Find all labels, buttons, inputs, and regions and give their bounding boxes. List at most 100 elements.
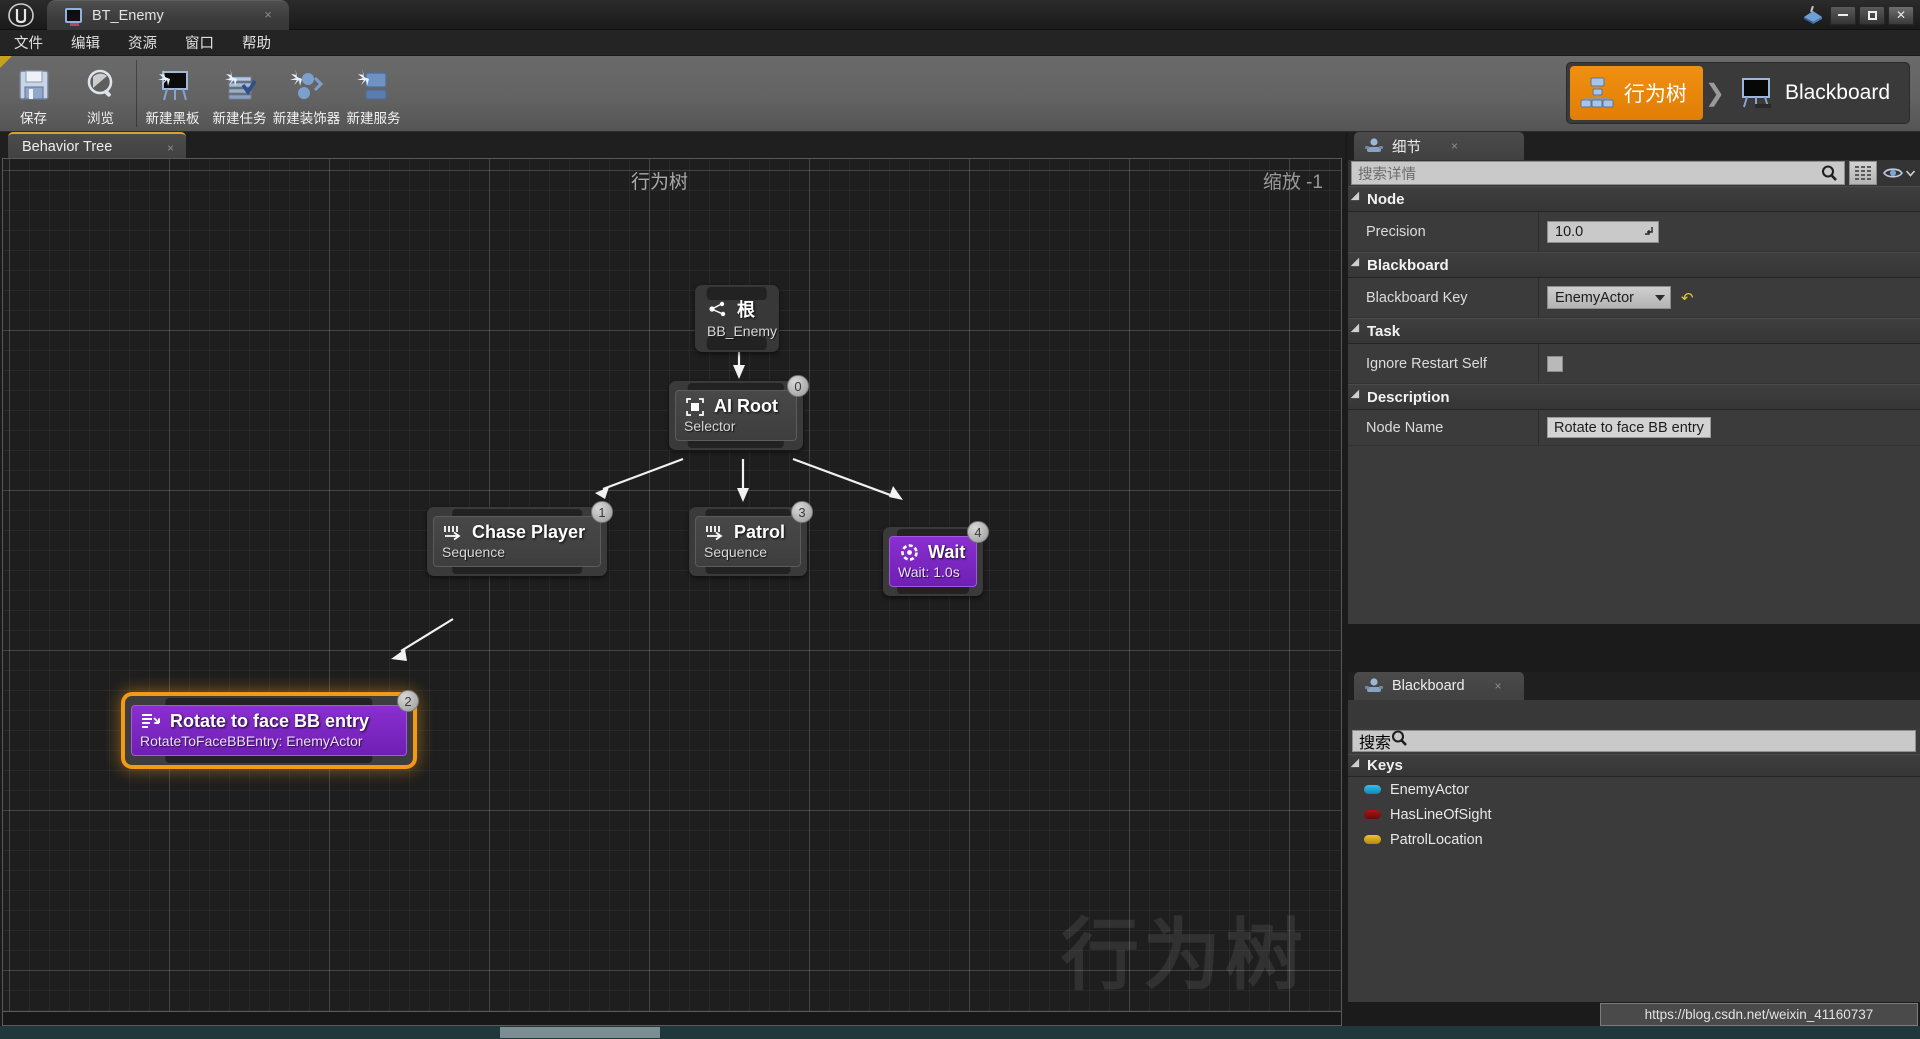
mode-behavior-tree[interactable]: 行为树 [1569, 66, 1703, 120]
details-search-input[interactable]: 搜索详情 [1351, 161, 1845, 185]
window-restore-button[interactable] [1859, 5, 1885, 25]
menu-file[interactable]: 文件 [0, 30, 57, 56]
save-button-label: 保存 [20, 111, 47, 126]
save-button[interactable]: 保存 [0, 59, 67, 128]
details-row-precision-label: Precision [1366, 223, 1426, 240]
browse-button-label: 浏览 [87, 111, 114, 126]
details-row-ignore-restart-self-value [1538, 344, 1920, 383]
window-minimize-button[interactable] [1830, 5, 1856, 25]
details-category-description-label: Description [1367, 388, 1450, 406]
tab-details-close-icon[interactable]: × [1451, 139, 1458, 153]
menu-window[interactable]: 窗口 [171, 30, 228, 56]
new-blackboard-button[interactable]: 新建黑板 [139, 59, 206, 128]
details-column-view-button[interactable] [1849, 161, 1877, 185]
new-decorator-button[interactable]: 新建装饰器 [273, 59, 340, 128]
unreal-logo-icon [4, 2, 38, 28]
console-book-icon[interactable] [1796, 0, 1830, 30]
node-subtitle: Selector [684, 418, 736, 434]
node-title: Rotate to face BB entry [170, 711, 370, 731]
node-body: Rotate to face BB entry RotateToFaceBBEn… [131, 705, 407, 756]
node-name-text-input[interactable]: Rotate to face BB entry [1547, 417, 1711, 438]
node-execution-index-badge: 2 [397, 690, 419, 712]
new-service-button[interactable]: 新建服务 [340, 59, 407, 128]
details-panel-icon [1365, 138, 1383, 152]
details-category-node[interactable]: Node [1348, 186, 1920, 212]
browse-button[interactable]: 浏览 [67, 59, 134, 128]
details-category-blackboard[interactable]: Blackboard [1348, 252, 1920, 278]
menu-bar: 文件 编辑 资源 窗口 帮助 [0, 30, 1920, 56]
node-shell: 0 AI Root Selector [669, 375, 809, 450]
tab-close-icon[interactable]: × [167, 141, 174, 155]
node-subtitle: BB_Enemy [707, 323, 778, 339]
tab-details[interactable]: 细节 × [1354, 132, 1524, 160]
graph-zoom-level: 缩放 -1 [1262, 172, 1323, 193]
main-toolbar: 保存 浏览 新建黑板 新建任务 新建装饰器 新建服务 行为树 ❯ Blackbo… [0, 56, 1920, 132]
blackboard-toolbar-area [1348, 700, 1920, 728]
os-taskbar [0, 1026, 1920, 1039]
precision-number-input[interactable]: 10.0 [1547, 220, 1659, 243]
menu-help[interactable]: 帮助 [228, 30, 285, 56]
collapse-triangle-icon [1350, 389, 1364, 403]
new-blackboard-icon [151, 64, 195, 106]
blackboard-easel-icon [1741, 78, 1771, 108]
node-title-row: AI Root [684, 396, 786, 417]
details-row-blackboard-key-value: EnemyActor ↶ [1538, 278, 1920, 317]
sequence-icon [704, 523, 726, 543]
window-close-button[interactable]: ✕ [1888, 5, 1914, 25]
blackboard-key-dropdown[interactable]: EnemyActor [1547, 286, 1671, 309]
details-row-node-name-value: Rotate to face BB entry [1538, 410, 1920, 445]
restore-icon [1867, 10, 1877, 20]
blackboard-key-row-patrollocation[interactable]: PatrolLocation [1348, 827, 1920, 852]
search-icon [1821, 165, 1838, 187]
eye-icon [1883, 168, 1903, 178]
chevron-down-icon [1655, 294, 1665, 301]
graph-node-wait[interactable]: 4 Wait Wait: 1.0s [883, 521, 989, 596]
grid-view-icon [1855, 166, 1871, 180]
blackboard-search-placeholder: 搜索 [1359, 735, 1392, 752]
sequence-icon [442, 523, 464, 543]
blackboard-search-input[interactable]: 搜索 [1352, 730, 1916, 752]
details-visibility-filter-button[interactable] [1881, 161, 1917, 185]
ignore-restart-self-checkbox[interactable] [1547, 355, 1563, 372]
details-tab-strip: 细节 × [1348, 132, 1920, 160]
blackboard-keys-section[interactable]: Keys [1348, 754, 1920, 777]
node-body: Chase Player Sequence [433, 516, 601, 567]
details-category-description[interactable]: Description [1348, 384, 1920, 410]
node-execution-index-badge: 4 [967, 521, 989, 543]
blackboard-key-row-enemyactor[interactable]: EnemyActor [1348, 777, 1920, 802]
details-category-task-label: Task [1367, 322, 1401, 340]
details-category-task[interactable]: Task [1348, 318, 1920, 344]
graph-horizontal-scrollbar[interactable] [2, 1011, 1342, 1026]
blackboard-empty-space [1348, 852, 1920, 1002]
document-tab-close-icon[interactable]: × [261, 8, 275, 22]
tab-blackboard[interactable]: Blackboard × [1354, 672, 1524, 700]
collapse-triangle-icon [1350, 257, 1364, 271]
graph-node-ai-root[interactable]: 0 AI Root Selector [669, 375, 809, 450]
graph-node-root[interactable]: 根 BB_Enemy [695, 285, 779, 352]
details-row-node-name: Node Name Rotate to face BB entry [1348, 410, 1920, 446]
node-execution-index-badge: 0 [787, 375, 809, 397]
wait-clock-icon [898, 543, 920, 563]
menu-assets[interactable]: 资源 [114, 30, 171, 56]
document-tab-bt-enemy[interactable]: BT_Enemy × [47, 0, 289, 30]
taskbar-window-button[interactable] [500, 1027, 660, 1038]
blackboard-key-row-haslineofsight[interactable]: HasLineOfSight [1348, 802, 1920, 827]
graph-node-patrol[interactable]: 3 Patrol Sequence [689, 501, 813, 576]
behavior-tree-graph-canvas[interactable]: 行为树 缩放 -1 行为树 根 BB_Enemy 0 AI Root Selec… [2, 158, 1342, 1026]
new-task-button[interactable]: 新建任务 [206, 59, 273, 128]
revert-to-default-icon[interactable]: ↶ [1681, 289, 1694, 307]
details-search-placeholder: 搜索详情 [1358, 166, 1416, 183]
blackboard-key-name: HasLineOfSight [1390, 806, 1492, 823]
graph-watermark: 行为树 [1060, 911, 1307, 1001]
mode-blackboard[interactable]: Blackboard [1727, 66, 1906, 120]
toolbar-corner-marker [0, 56, 12, 68]
tab-behavior-tree[interactable]: Behavior Tree × [8, 132, 186, 160]
blackboard-keys-label: Keys [1367, 757, 1403, 774]
tab-behavior-tree-label: Behavior Tree [22, 139, 113, 155]
menu-edit[interactable]: 编辑 [57, 30, 114, 56]
spinner-arrows-icon[interactable] [1643, 225, 1654, 239]
search-icon [1391, 730, 1408, 752]
graph-node-chase-player[interactable]: 1 Chase Player Sequence [427, 501, 613, 576]
graph-node-rotate-to-face-bb-entry[interactable]: 2 Rotate to face BB entry RotateToFaceBB… [125, 690, 419, 765]
tab-blackboard-close-icon[interactable]: × [1495, 679, 1502, 693]
